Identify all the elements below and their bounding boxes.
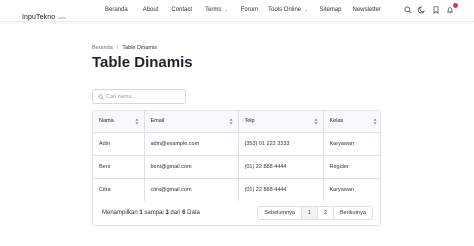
cell-nama: Adin bbox=[93, 132, 145, 156]
bell-icon[interactable] bbox=[446, 3, 458, 14]
nav-item-about[interactable]: About bbox=[143, 7, 159, 13]
column-header-kelas[interactable]: Kelas bbox=[323, 111, 380, 133]
info-to-word: sampai bbox=[144, 210, 164, 216]
breadcrumb-home[interactable]: Beranda bbox=[92, 45, 113, 51]
main-nav: Beranda About Contact Terms ⌄ Forum Tools… bbox=[105, 7, 381, 13]
table-row: Citra citra@gmail.com (01) 22 888 4444 K… bbox=[93, 178, 380, 202]
cell-email: citra@gmail.com bbox=[144, 178, 239, 202]
nav-item-tools-online[interactable]: Tools Online ⌄ bbox=[268, 7, 307, 13]
breadcrumb-current: Table Dinamis bbox=[122, 45, 157, 51]
sort-icon bbox=[228, 118, 233, 125]
page-title: Table Dinamis bbox=[92, 54, 193, 71]
info-prefix: Menampilkan bbox=[102, 210, 138, 216]
chevron-down-icon: ⌄ bbox=[224, 7, 228, 12]
table-footer: Menampilkan 1 sampai 3 dari 6 Data Sebel… bbox=[93, 201, 380, 225]
brand-name[interactable]: InpuTekno bbox=[22, 14, 55, 21]
nav-item-terms-label: Terms bbox=[205, 7, 222, 13]
cell-nama: Beni bbox=[93, 155, 145, 179]
breadcrumb: Beranda / Table Dinamis bbox=[92, 45, 157, 51]
column-header-nama[interactable]: Nama bbox=[93, 111, 145, 133]
column-header-label: Email bbox=[150, 118, 165, 125]
pagination-next-button[interactable]: Berikutnya bbox=[334, 207, 372, 219]
search-icon bbox=[98, 94, 104, 100]
sort-icon bbox=[313, 118, 318, 125]
pagination: Sebelumnya 1 2 Berikutnya bbox=[257, 206, 373, 220]
column-header-telp[interactable]: Telp bbox=[238, 111, 324, 133]
nav-item-newsletter[interactable]: Newsletter bbox=[353, 7, 381, 13]
breadcrumb-separator: / bbox=[116, 45, 119, 51]
bookmark-icon[interactable] bbox=[432, 6, 440, 14]
cell-nama: Citra bbox=[93, 178, 145, 202]
cell-telp: (01) 22 888 4444 bbox=[238, 178, 324, 202]
header-icons bbox=[404, 3, 458, 14]
data-table: Nama Email Telp Kelas Adin adin@example.… bbox=[93, 111, 380, 202]
sort-icon bbox=[134, 118, 139, 125]
info-of-word: dari bbox=[170, 210, 181, 216]
cell-telp: (353) 01 222 3333 bbox=[238, 132, 324, 156]
pagination-prev-button[interactable]: Sebelumnya bbox=[258, 207, 302, 219]
cell-kelas: Karyawan bbox=[323, 132, 380, 156]
nav-item-tools-online-label: Tools Online bbox=[268, 7, 302, 13]
cell-email: adin@example.com bbox=[144, 132, 239, 156]
column-header-email[interactable]: Email bbox=[144, 111, 239, 133]
cell-telp: (01) 22 888 4444 bbox=[238, 155, 324, 179]
info-total: 6 bbox=[182, 210, 186, 216]
cell-kelas: Karyawan bbox=[323, 178, 380, 202]
chevron-down-icon: ⌄ bbox=[304, 7, 308, 12]
table-row: Beni beni@gmail.com (01) 22 888 4444 Reg… bbox=[93, 155, 380, 179]
nav-item-contact[interactable]: Contact bbox=[171, 7, 192, 13]
search-icon[interactable] bbox=[404, 6, 412, 14]
sort-icon bbox=[373, 118, 377, 125]
nav-item-sitemap[interactable]: Sitemap bbox=[320, 7, 342, 13]
pagination-page-2[interactable]: 2 bbox=[317, 207, 334, 219]
cell-kelas: Reguler bbox=[323, 155, 380, 179]
top-navbar: InpuTekno .com Beranda About Contact Term… bbox=[0, 0, 474, 22]
table-row: Adin adin@example.com (353) 01 222 3333 … bbox=[93, 132, 380, 156]
info-from: 1 bbox=[139, 210, 143, 216]
search-input[interactable] bbox=[106, 92, 184, 102]
pagination-page-1[interactable]: 1 bbox=[301, 207, 318, 219]
cell-email: beni@gmail.com bbox=[144, 155, 239, 179]
moon-icon[interactable] bbox=[418, 6, 426, 14]
brand-logo[interactable]: InpuTekno .com bbox=[22, 6, 66, 24]
table-header-row: Nama Email Telp Kelas bbox=[93, 111, 380, 133]
search-box bbox=[92, 89, 186, 104]
nav-item-forum[interactable]: Forum bbox=[241, 7, 258, 13]
info-suffix: Data bbox=[187, 210, 200, 216]
notification-badge bbox=[453, 3, 458, 8]
column-header-label: Telp bbox=[244, 118, 255, 125]
brand-domain: .com bbox=[57, 15, 66, 20]
nav-item-beranda[interactable]: Beranda bbox=[105, 7, 128, 13]
info-to: 3 bbox=[165, 210, 169, 216]
nav-item-terms[interactable]: Terms ⌄ bbox=[205, 7, 228, 13]
table-info: Menampilkan 1 sampai 3 dari 6 Data bbox=[102, 210, 200, 216]
column-header-label: Nama bbox=[99, 118, 114, 125]
data-table-card: Nama Email Telp Kelas Adin adin@example.… bbox=[92, 110, 381, 226]
column-header-label: Kelas bbox=[329, 118, 344, 125]
